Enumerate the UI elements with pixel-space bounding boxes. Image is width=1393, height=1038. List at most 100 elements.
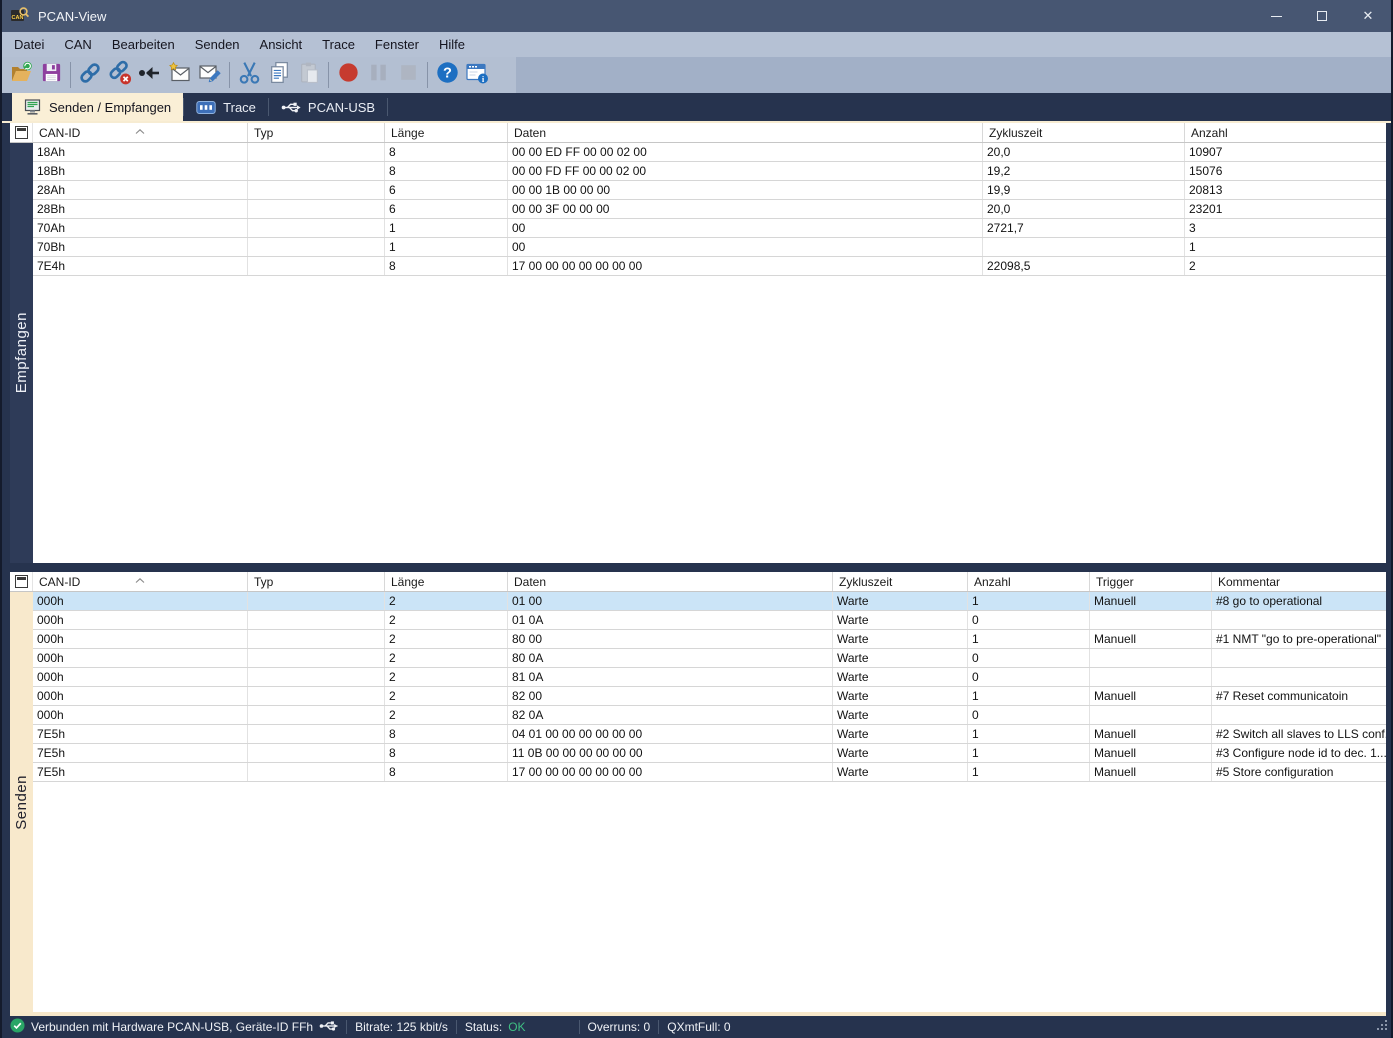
menu-item-fenster[interactable]: Fenster (365, 32, 429, 57)
save-button[interactable] (36, 60, 66, 90)
column-header-label: Anzahl (1191, 126, 1228, 140)
select-all-checkbox[interactable] (10, 123, 33, 142)
connect-button[interactable] (75, 60, 105, 90)
status-bar: Verbunden mit Hardware PCAN-USB, Geräte-… (2, 1016, 1391, 1038)
receive-panel: Empfangen CAN-ID TypLängeDaten Zykluszeit A… (10, 123, 1386, 563)
send-panel-column-header-zykluszeit[interactable]: Zykluszeit (833, 572, 968, 591)
table-row[interactable]: 7E5h817 00 00 00 00 00 00 00Warte1Manuel… (33, 763, 1386, 782)
table-row[interactable]: 18Bh800 00 FD FF 00 00 02 0019,215076 (33, 162, 1386, 181)
cell-typ (248, 162, 385, 180)
cell-daten: 82 0A (508, 706, 833, 724)
cell-can-id: 7E4h (33, 257, 248, 275)
cell-daten: 00 (508, 238, 983, 256)
menu-item-bearbeiten[interactable]: Bearbeiten (102, 32, 185, 57)
menu-item-trace[interactable]: Trace (312, 32, 365, 57)
column-header-label: CAN-ID (39, 126, 80, 140)
panel-divider[interactable] (10, 563, 1386, 572)
cell-daten: 17 00 00 00 00 00 00 00 (508, 763, 833, 781)
cell-zykluszeit: 2721,7 (983, 219, 1185, 237)
menu-item-senden[interactable]: Senden (185, 32, 250, 57)
minimize-button[interactable] (1253, 0, 1299, 32)
table-row[interactable]: 000h281 0AWarte0 (33, 668, 1386, 687)
menu-item-hilfe[interactable]: Hilfe (429, 32, 475, 57)
cell-l-nge: 1 (385, 219, 508, 237)
select-all-checkbox[interactable] (10, 572, 33, 591)
cell-zykluszeit: 20,0 (983, 200, 1185, 218)
single-shot-button[interactable] (135, 60, 165, 90)
table-row[interactable]: 70Bh1001 (33, 238, 1386, 257)
tab-label: Trace (223, 100, 256, 115)
edit-message-button[interactable] (195, 60, 225, 90)
record-icon (336, 60, 361, 90)
send-panel-column-header-trigger[interactable]: Trigger (1090, 572, 1212, 591)
send-panel-rows: 000h201 00Warte1Manuell#8 go to operatio… (33, 592, 1386, 782)
send-panel-column-header-can-id[interactable]: CAN-ID (33, 572, 248, 591)
table-row[interactable]: 7E5h804 01 00 00 00 00 00 00Warte1Manuel… (33, 725, 1386, 744)
receive-panel-column-header-typ[interactable]: Typ (248, 123, 385, 142)
cell-zykluszeit: Warte (833, 706, 968, 724)
cell-l-nge: 8 (385, 162, 508, 180)
tab-trace[interactable]: Trace (184, 93, 268, 121)
table-row[interactable]: 000h201 0AWarte0 (33, 611, 1386, 630)
table-row[interactable]: 7E4h817 00 00 00 00 00 00 0022098,52 (33, 257, 1386, 276)
table-row[interactable]: 000h201 00Warte1Manuell#8 go to operatio… (33, 592, 1386, 611)
sort-ascending-icon (135, 572, 145, 586)
maximize-button[interactable] (1299, 0, 1345, 32)
table-row[interactable]: 70Ah1002721,73 (33, 219, 1386, 238)
receive-panel-column-header-can-id[interactable]: CAN-ID (33, 123, 248, 142)
cell-anzahl: 1 (968, 687, 1090, 705)
table-row[interactable]: 000h280 0AWarte0 (33, 649, 1386, 668)
close-button[interactable]: ✕ (1345, 0, 1391, 32)
svg-text:?: ? (443, 66, 452, 82)
table-row[interactable]: 000h282 00Warte1Manuell#7 Reset communic… (33, 687, 1386, 706)
resize-grip-icon[interactable] (1376, 1019, 1389, 1035)
message-info-button[interactable]: i (462, 60, 492, 90)
receive-panel-column-header-zykluszeit[interactable]: Zykluszeit (983, 123, 1185, 142)
receive-panel-column-header-daten[interactable]: Daten (508, 123, 983, 142)
cell-trigger: Manuell (1090, 592, 1212, 610)
table-row[interactable]: 28Bh600 00 3F 00 00 0020,023201 (33, 200, 1386, 219)
record-button[interactable] (333, 60, 363, 90)
table-row[interactable]: 000h280 00Warte1Manuell#1 NMT "go to pre… (33, 630, 1386, 649)
connection-text: Verbunden mit Hardware PCAN-USB, Geräte-… (31, 1020, 313, 1034)
receive-panel-header-row: CAN-ID TypLängeDaten Zykluszeit Anzahl (10, 123, 1386, 143)
receive-side-strip: Empfangen (10, 143, 33, 563)
cell-daten: 00 00 FD FF 00 00 02 00 (508, 162, 983, 180)
menu-item-ansicht[interactable]: Ansicht (250, 32, 313, 57)
receive-panel-column-header-anzahl[interactable]: Anzahl (1185, 123, 1386, 142)
cell-kommentar: #1 NMT "go to pre-operational" (1212, 630, 1386, 648)
cell-can-id: 000h (33, 611, 248, 629)
cut-button[interactable] (234, 60, 264, 90)
table-row[interactable]: 28Ah600 00 1B 00 00 0019,920813 (33, 181, 1386, 200)
open-file-button[interactable] (6, 60, 36, 90)
send-panel-column-header-daten[interactable]: Daten (508, 572, 833, 591)
send-panel-column-header-kommentar[interactable]: Kommentar (1212, 572, 1386, 591)
disconnect-button[interactable] (105, 60, 135, 90)
svg-text:CAN: CAN (12, 15, 24, 21)
table-row[interactable]: 000h282 0AWarte0 (33, 706, 1386, 725)
cell-trigger: Manuell (1090, 687, 1212, 705)
select-all-icon (15, 126, 28, 139)
new-message-button[interactable] (165, 60, 195, 90)
table-row[interactable]: 18Ah800 00 ED FF 00 00 02 0020,010907 (33, 143, 1386, 162)
cell-typ (248, 592, 385, 610)
cell-anzahl: 0 (968, 611, 1090, 629)
column-header-label: Zykluszeit (989, 126, 1042, 140)
menu-item-datei[interactable]: Datei (4, 32, 54, 57)
save-icon (40, 61, 63, 89)
send-panel-column-header-typ[interactable]: Typ (248, 572, 385, 591)
toolbar-band: ?i (2, 57, 516, 93)
column-header-label: Länge (391, 575, 424, 589)
send-panel-column-header-anzahl[interactable]: Anzahl (968, 572, 1090, 591)
menu-item-can[interactable]: CAN (54, 32, 101, 57)
send-panel-column-header-l-nge[interactable]: Länge (385, 572, 508, 591)
table-row[interactable]: 7E5h811 0B 00 00 00 00 00 00Warte1Manuel… (33, 744, 1386, 763)
tab-pcan-usb[interactable]: PCAN-USB (269, 93, 387, 121)
copy-button[interactable] (264, 60, 294, 90)
cell-zykluszeit: 22098,5 (983, 257, 1185, 275)
cell-daten: 04 01 00 00 00 00 00 00 (508, 725, 833, 743)
cell-trigger (1090, 706, 1212, 724)
receive-panel-column-header-l-nge[interactable]: Länge (385, 123, 508, 142)
tab-senden-empfangen[interactable]: Senden / Empfangen (12, 93, 183, 121)
help-button[interactable]: ? (432, 60, 462, 90)
